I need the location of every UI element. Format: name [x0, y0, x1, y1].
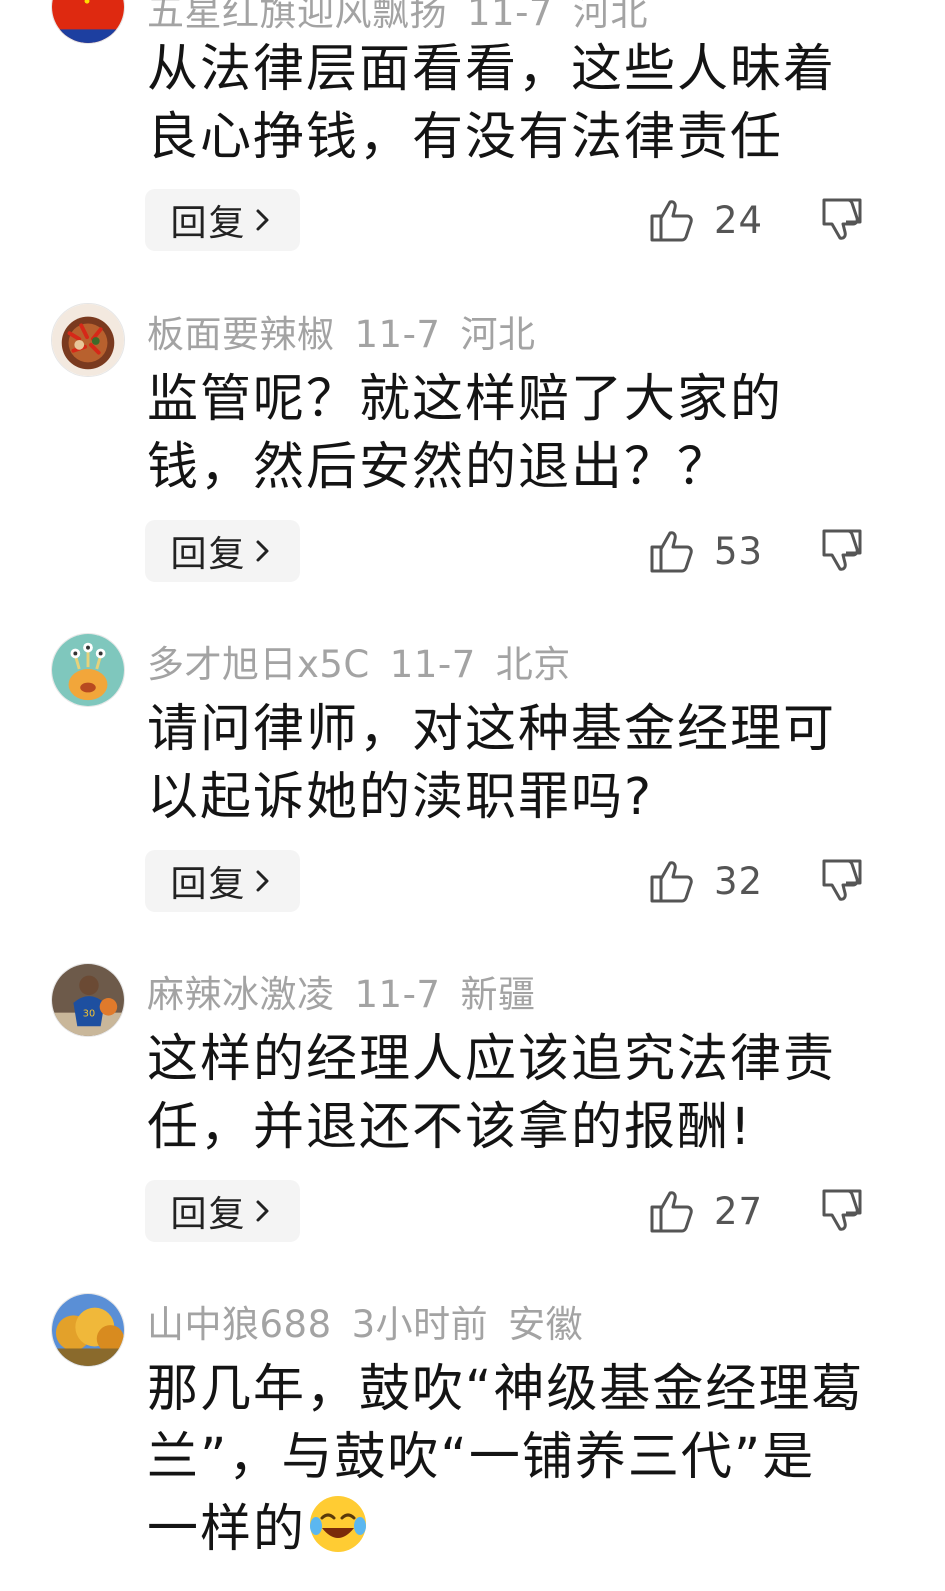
- autumn-tree-avatar[interactable]: [51, 1293, 125, 1367]
- comment-location: 安徽: [508, 1303, 584, 1346]
- chevron-right-icon: [256, 540, 268, 562]
- food-bowl-icon: [52, 304, 124, 376]
- like-button[interactable]: 24: [646, 189, 763, 251]
- reply-button[interactable]: 回复: [145, 189, 300, 251]
- reply-label: 回复: [170, 534, 247, 575]
- dislike-button[interactable]: [818, 1180, 870, 1242]
- chevron-right-icon: [256, 1200, 268, 1222]
- reply-button[interactable]: 回复: [145, 850, 300, 912]
- comment-meta: 五星红旗迎风飘扬 11-7 河北: [147, 0, 668, 36]
- chevron-right-icon: [256, 870, 268, 892]
- comment-text: 请问律师，对这种基金经理可以起诉她的渎职罪吗?: [147, 700, 837, 827]
- china-flag-icon: [52, 0, 124, 43]
- basketball-player-icon: 30: [52, 964, 124, 1036]
- reply-label: 回复: [170, 1194, 247, 1235]
- comment-location: 河北: [460, 313, 536, 356]
- comment-username[interactable]: 板面要辣椒: [147, 313, 335, 356]
- food-bowl-avatar[interactable]: [51, 303, 125, 377]
- comment-time: 11-7: [354, 313, 441, 356]
- comment-username[interactable]: 多才旭日x5C: [147, 643, 370, 686]
- reply-button[interactable]: 回复: [145, 520, 300, 582]
- comment-location: 新疆: [460, 973, 536, 1016]
- thumbs-up-icon: [650, 200, 693, 242]
- like-count: 24: [714, 198, 764, 242]
- like-count: 32: [714, 859, 764, 903]
- reply-label: 回复: [170, 864, 247, 905]
- like-count: 27: [714, 1189, 764, 1233]
- comment-location: 北京: [495, 643, 571, 686]
- monster-avatar[interactable]: [51, 633, 125, 707]
- comment-username[interactable]: 五星红旗迎风飘扬: [147, 0, 447, 34]
- thumbs-up-icon: [650, 1191, 693, 1233]
- like-button[interactable]: 53: [646, 520, 763, 582]
- comment-time: 11-7: [389, 643, 476, 686]
- comment-meta: 多才旭日x5C 11-7 北京: [147, 634, 591, 688]
- thumbs-down-icon: [822, 1189, 862, 1231]
- reply-button[interactable]: 回复: [145, 1180, 300, 1242]
- comment-username[interactable]: 山中狼688: [147, 1303, 332, 1346]
- thumbs-up-icon: [650, 531, 693, 573]
- thumbs-down-icon: [822, 198, 862, 240]
- thumbs-up-icon: [650, 861, 693, 903]
- comment-meta: 麻辣冰激凌 11-7 新疆: [147, 964, 555, 1018]
- dislike-button[interactable]: [818, 850, 870, 912]
- laughing-crying-emoji-icon: [310, 1496, 367, 1552]
- comment-time: 11-7: [354, 973, 441, 1016]
- comment-text: 监管呢？就这样赔了大家的钱，然后安然的退出？？: [147, 370, 784, 497]
- comment-location: 河北: [572, 0, 648, 34]
- basketball-player-avatar[interactable]: 30: [51, 963, 125, 1037]
- comment-meta: 山中狼688 3小时前 安徽: [147, 1294, 603, 1348]
- comment-text: 从法律层面看看，这些人昧着良心挣钱，有没有法律责任: [147, 40, 837, 167]
- china-flag-avatar[interactable]: [51, 0, 125, 44]
- reply-label: 回复: [170, 203, 247, 244]
- comment-username[interactable]: 麻辣冰激凌: [147, 973, 335, 1016]
- comment-text: 那几年，鼓吹“神级基金经理葛兰”，与鼓吹“一铺养三代”是一样的: [147, 1356, 867, 1564]
- thumbs-down-icon: [822, 859, 862, 901]
- comment-text: 这样的经理人应该追究法律责任，并退还不该拿的报酬!: [147, 1030, 837, 1157]
- autumn-tree-icon: [52, 1294, 124, 1366]
- dislike-button[interactable]: [818, 520, 870, 582]
- like-count: 53: [714, 529, 764, 573]
- thumbs-down-icon: [822, 529, 862, 571]
- like-button[interactable]: 27: [646, 1180, 763, 1242]
- comment-meta: 板面要辣椒 11-7 河北: [147, 304, 555, 358]
- like-button[interactable]: 32: [646, 850, 763, 912]
- comment-time: 11-7: [467, 0, 553, 34]
- monster-icon: [52, 634, 124, 706]
- chevron-right-icon: [256, 209, 268, 231]
- svg-text:30: 30: [83, 1009, 95, 1020]
- comment-time: 3小时前: [351, 1303, 489, 1346]
- dislike-button[interactable]: [818, 189, 870, 251]
- comment-text-content: 那几年，鼓吹“神级基金经理葛兰”，与鼓吹“一铺养三代”是一样的: [147, 1360, 865, 1559]
